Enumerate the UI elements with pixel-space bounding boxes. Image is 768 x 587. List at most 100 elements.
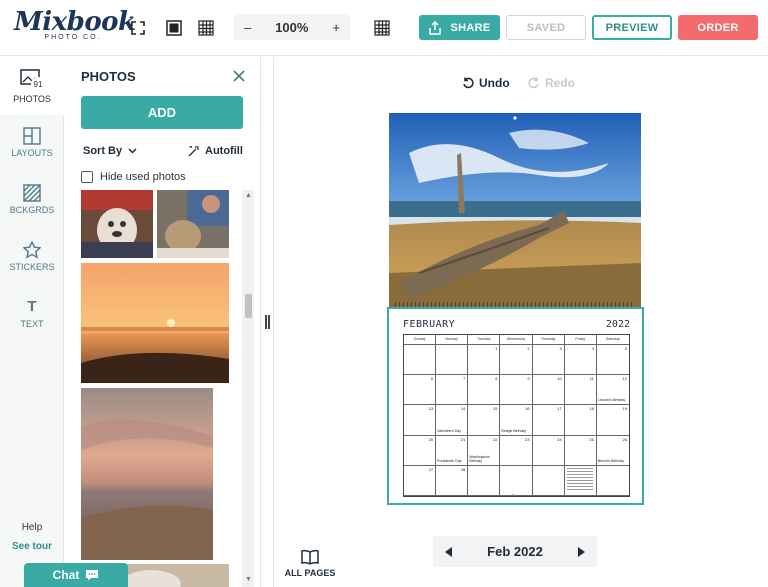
calendar-day-cell[interactable]: 28 [436,465,469,496]
scroll-down-icon[interactable]: ▼ [245,576,252,583]
calendar-day-cell[interactable]: 26 Bench's Birthday [596,436,629,466]
calendar-photo[interactable] [389,113,641,308]
photo-thumbnail[interactable] [81,190,153,258]
calendar-day-cell[interactable]: 25 [564,435,597,466]
undo-label: Undo [479,76,510,90]
add-photos-button[interactable]: ADD [81,96,243,129]
calendar-day-cell[interactable]: 16 Beagle Birthday [500,405,533,436]
calendar-year[interactable]: 2022 [606,319,630,330]
calendar-day-cell[interactable]: 5 [596,345,629,376]
day-number: 2 [527,346,530,351]
scrollbar-thumb[interactable] [245,294,252,318]
mixbook-logo[interactable]: Mixbook PHOTO CO. [14,7,136,48]
previous-page-icon[interactable] [445,546,453,557]
saved-button[interactable]: SAVED [506,15,586,40]
calendar-day-cell[interactable]: 7 [436,375,469,406]
layouts-icon [23,127,41,145]
calendar-day-cell[interactable]: 17 [532,405,565,436]
calendar-day-cell[interactable]: 21 Presidents' Day [436,435,469,466]
nav-text[interactable]: T TEXT [0,298,64,329]
zoom-control: – 100% + [234,14,350,40]
day-number: 28 [460,466,466,472]
calendar-day-cell[interactable]: 8 [468,375,501,406]
calendar-day-cell[interactable]: 1 [468,345,501,376]
calendar-day-cell[interactable]: 13 [404,405,437,436]
share-button[interactable]: SHARE [419,15,500,40]
next-page-icon[interactable] [577,546,585,557]
sort-by-dropdown[interactable]: Sort By [83,145,137,157]
calendar-day-cell[interactable]: 20 [404,435,437,466]
current-page-label: Feb 2022 [487,544,543,559]
autofill-button[interactable]: Autofill [187,144,243,158]
photos-panel: PHOTOS ADD Sort By Autofill Hide used ph… [64,57,260,587]
day-number: 22 [492,436,498,442]
calendar-day-cell[interactable]: 2 [500,345,533,376]
day-number: 16 [525,406,530,412]
chevron-up-icon[interactable]: ⌃ [510,493,516,501]
calendar-day-cell[interactable] [532,465,565,496]
nav-photos[interactable]: 91 PHOTOS [0,57,64,115]
calendar-day-cell[interactable] [564,465,597,496]
calendar-day-cell[interactable]: 11 [564,375,597,406]
calendar-day-cell[interactable] [468,465,501,496]
calendar-grid-icon[interactable] [368,14,396,42]
nav-layouts[interactable]: LAYOUTS [0,127,64,158]
scroll-up-icon[interactable]: ▲ [245,192,252,199]
fullscreen-icon[interactable] [124,14,152,42]
calendar-grid-page[interactable]: FEBRUARY 2022 Sunday Monday Tuesday Wednesd… [387,307,644,505]
calendar-day-cell[interactable] [596,466,629,496]
calendar-day-cell[interactable]: 23 [500,435,533,466]
see-tour-link[interactable]: See tour [0,541,64,552]
preview-button[interactable]: PREVIEW [592,15,672,40]
calendar-event: Lincoln's Birthday [597,398,626,403]
nav-stickers[interactable]: STICKERS [0,241,64,272]
all-pages-button[interactable]: ALL PAGES [283,549,337,578]
single-page-view-icon[interactable] [160,14,188,42]
calendar-day-cell[interactable]: 14 Valentine's Day [436,405,469,436]
hide-used-checkbox[interactable] [81,171,93,183]
book-icon [301,549,319,565]
logo-wordmark: Mixbook [14,7,136,37]
calendar-day-cell[interactable] [500,465,533,496]
chat-button[interactable]: Chat [24,563,128,587]
redo-label: Redo [545,76,575,90]
day-number: 18 [589,406,594,412]
calendar-day-cell[interactable]: 6 [404,375,437,406]
calendar-day-cell[interactable]: 4 [564,345,597,376]
calendar-day-cell[interactable]: 27 [404,465,437,496]
panel-title: PHOTOS [81,69,136,84]
star-icon [23,241,41,259]
panel-resize-handle[interactable] [260,57,274,587]
day-number: 27 [428,466,434,472]
calendar-day-cell[interactable]: 15 [468,405,501,436]
calendar-day-cell[interactable]: 18 [564,405,597,436]
zoom-out-button[interactable]: – [244,20,251,35]
calendar-day-cell[interactable]: 9 [500,375,533,406]
day-number: 4 [591,346,594,351]
calendar-day-cell[interactable] [436,345,469,376]
grid-view-icon[interactable] [192,14,220,42]
order-button[interactable]: ORDER [678,15,758,40]
calendar-day-cell[interactable]: 22 Washington's Birthday [468,435,501,466]
photo-panel-scrollbar[interactable]: ▲ ▼ [242,190,254,587]
calendar-day-cell[interactable]: 19 [596,405,629,436]
calendar-day-cell[interactable]: 24 [532,435,565,466]
redo-button[interactable]: Redo [528,76,575,90]
calendar-day-cell[interactable] [404,345,437,376]
photo-thumbnail[interactable] [157,190,229,258]
calendar-day-cell[interactable]: 10 [532,375,565,406]
calendar-month[interactable]: FEBRUARY [403,319,455,330]
undo-button[interactable]: Undo [462,76,510,90]
close-icon[interactable] [232,69,246,83]
photo-thumbnail[interactable] [81,263,229,383]
help-link[interactable]: Help [0,522,64,533]
nav-backgrounds[interactable]: BCKGRDS [0,184,64,215]
hide-used-photos-toggle[interactable]: Hide used photos [81,171,186,183]
day-number: 8 [495,376,498,382]
calendar-inner: FEBRUARY 2022 Sunday Monday Tuesday Wednesd… [403,319,630,497]
calendar-day-cell[interactable]: 12 Lincoln's Birthday [596,375,629,406]
calendar-day-cell[interactable]: 3 [532,345,565,376]
weekday-header: Monday [436,335,469,345]
zoom-in-button[interactable]: + [332,20,340,35]
photo-thumbnail[interactable] [81,388,213,560]
